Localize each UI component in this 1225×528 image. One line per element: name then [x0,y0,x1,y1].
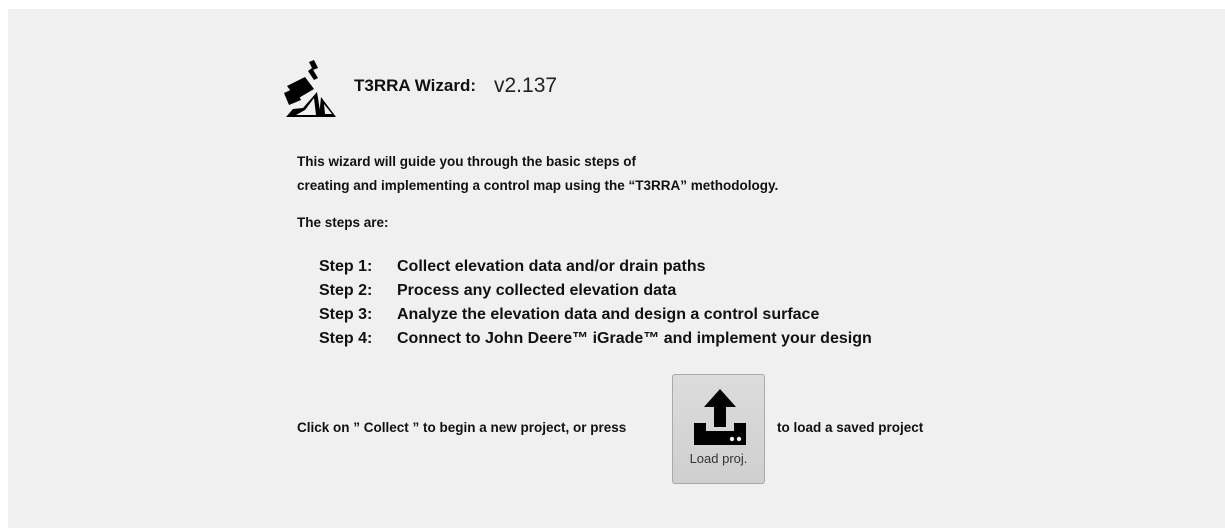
upload-icon [694,389,746,445]
step-text: Connect to John Deere™ iGrade™ and imple… [397,330,872,347]
step-text: Process any collected elevation data [397,282,677,299]
step-item: Step 1: Collect elevation data and/or dr… [319,255,872,279]
load-button-label: Load proj. [689,451,748,466]
collect-instruction: Click on ” Collect ” to begin a new proj… [297,420,627,435]
step-number: Step 1: [319,258,373,275]
intro-line-2: creating and implementing a control map … [297,178,779,193]
step-item: Step 4: Connect to John Deere™ iGrade™ a… [319,327,872,351]
app-name: T3RRA Wizard: [354,76,476,95]
step-item: Step 3: Analyze the elevation data and d… [319,303,872,327]
load-project-button[interactable]: Load proj. [672,374,765,484]
tractor-blade-logo-icon [284,60,336,117]
step-number: Step 4: [319,330,373,347]
step-number: Step 3: [319,306,373,323]
intro-line-1: This wizard will guide you through the b… [297,154,637,169]
step-item: Step 2: Process any collected elevation … [319,279,872,303]
intro-text: This wizard will guide you through the b… [297,150,778,198]
step-text: Collect elevation data and/or drain path… [397,258,706,275]
steps-heading: The steps are: [297,215,389,230]
step-number: Step 2: [319,282,373,299]
step-text: Analyze the elevation data and design a … [397,306,820,323]
steps-list: Step 1: Collect elevation data and/or dr… [319,255,872,351]
version-label: v2.137 [494,74,558,97]
wizard-header: T3RRA Wizard: v2.137 [281,59,557,119]
load-instruction: to load a saved project [777,420,924,435]
